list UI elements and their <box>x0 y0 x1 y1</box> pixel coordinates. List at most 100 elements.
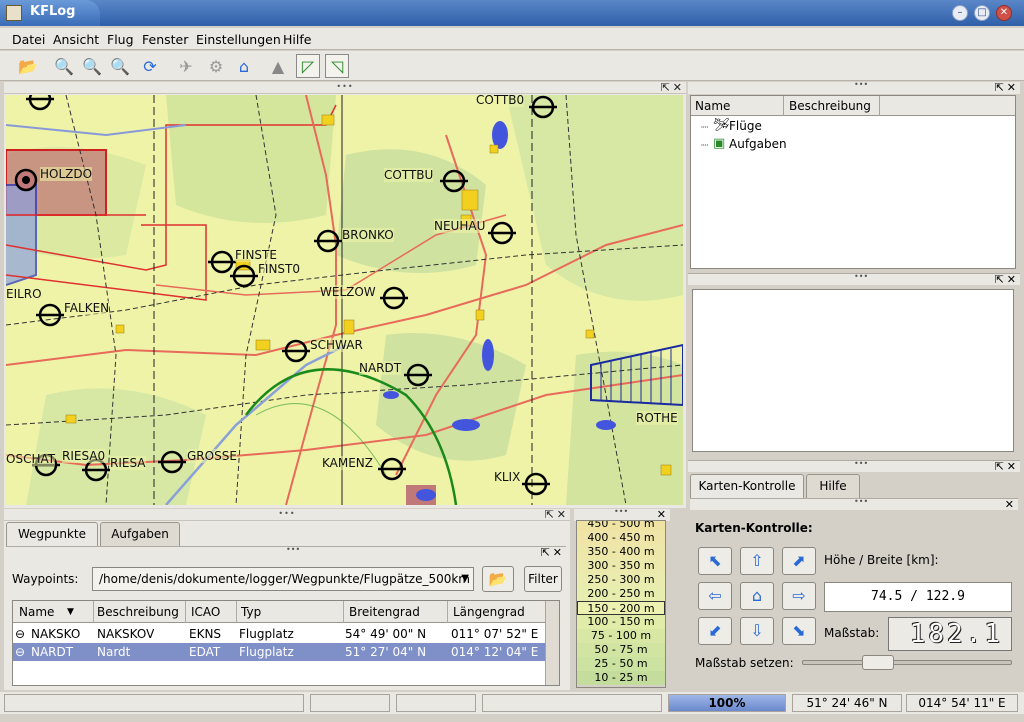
dock-close-icon[interactable]: ✕ <box>553 546 562 559</box>
kflog-app-icon <box>6 5 22 21</box>
zoom-out-icon[interactable]: 🔍 <box>108 54 132 78</box>
menu-einstellungen[interactable]: Einstellungen <box>196 32 281 47</box>
window-title: KFLog <box>30 4 76 19</box>
scale-item[interactable]: 350 - 400 m <box>577 545 665 559</box>
undock-icon[interactable]: ⇱ <box>995 460 1004 473</box>
scale-item[interactable]: 400 - 450 m <box>577 531 665 545</box>
dock-close-icon[interactable]: ✕ <box>557 508 566 521</box>
pan-south-east-button[interactable]: ⬊ <box>782 617 816 645</box>
pan-west-button[interactable]: ⇦ <box>698 582 732 610</box>
zoom-icon[interactable]: 🔍 <box>52 54 76 78</box>
map-label-riesa: RIESA <box>110 456 146 470</box>
undock-icon[interactable]: ⇱ <box>541 546 550 559</box>
table-row[interactable]: ⊖ NARDT Nardt EDAT Flugplatz 51° 27' 04"… <box>13 643 559 661</box>
tree-header: Name Beschreibung <box>691 96 1015 116</box>
zoom-in-icon[interactable]: 🔍 <box>80 54 104 78</box>
control-dock-header: ••• ⇱ ✕ <box>688 459 1020 473</box>
menu-datei[interactable]: Datei <box>12 32 45 47</box>
waypoint-file-path: /home/denis/dokumente/logger/Wegpunkte/F… <box>99 572 470 586</box>
table-header: Name ▼ Beschreibung ICAO Typ Breitengrad… <box>13 601 559 623</box>
dock-close-icon[interactable]: ✕ <box>673 81 682 94</box>
dock-close-icon[interactable]: ✕ <box>1007 273 1016 286</box>
center-task-icon[interactable]: ⚙ <box>204 54 228 78</box>
map-label-cottbu: COTTBU <box>384 168 434 182</box>
height-profile-icon[interactable]: ▲ <box>266 54 290 78</box>
open-file-button[interactable]: 📂 <box>482 566 514 592</box>
scale-item-selected[interactable]: 150 - 200 m <box>577 601 665 615</box>
tree-item-aufgaben[interactable]: Aufgaben <box>729 137 787 151</box>
scale-item[interactable]: 300 - 350 m <box>577 559 665 573</box>
map-label-grosse: GROSSE <box>187 449 237 463</box>
scale-item[interactable]: 200 - 250 m <box>577 587 665 601</box>
scale-slider[interactable] <box>802 655 1012 670</box>
undock-icon[interactable]: ⇱ <box>995 273 1004 286</box>
undock-icon[interactable]: ⇱ <box>661 81 670 94</box>
map-label-klix: KLIX <box>494 470 521 484</box>
tab-hilfe[interactable]: Hilfe <box>806 474 860 498</box>
map-label-nardt: NARDT <box>359 361 402 375</box>
tree-col-name[interactable]: Name <box>695 99 730 113</box>
info-view <box>692 289 1014 452</box>
home-icon[interactable]: ⌂ <box>232 54 256 78</box>
pan-south-west-button[interactable]: ⬋ <box>698 617 732 645</box>
toolbar: 📂 🔍 🔍 🔍 ⟳ ✈ ⚙ ⌂ ▲ ◸ ◹ <box>0 51 1024 81</box>
status-longitude: 014° 54' 11" E <box>906 694 1018 712</box>
menu-hilfe[interactable]: Hilfe <box>283 32 311 47</box>
map-label-kamenz: KAMENZ <box>322 456 373 470</box>
waypoints-table: Name ▼ Beschreibung ICAO Typ Breitengrad… <box>12 600 560 686</box>
dock-close-icon[interactable]: ✕ <box>1007 81 1016 94</box>
col-breitengrad[interactable]: Breitengrad <box>349 605 420 619</box>
col-name[interactable]: Name <box>19 605 54 619</box>
tab-aufgaben[interactable]: Aufgaben <box>100 522 180 546</box>
center-flight-icon[interactable]: ✈ <box>174 54 198 78</box>
waypoint-file-select[interactable]: /home/denis/dokumente/logger/Wegpunkte/F… <box>92 567 474 591</box>
minimize-button[interactable]: – <box>952 5 968 21</box>
scale-item[interactable]: 450 - 500 m <box>577 521 665 531</box>
scale-item[interactable]: 25 - 50 m <box>577 657 665 671</box>
scale-item[interactable]: 250 - 300 m <box>577 573 665 587</box>
tree-item-fluege[interactable]: Flüge <box>729 119 762 133</box>
menu-ansicht[interactable]: Ansicht <box>53 32 99 47</box>
scale-item[interactable]: 75 - 100 m <box>577 629 665 643</box>
scale-slider-handle[interactable] <box>861 655 894 670</box>
status-field <box>482 694 662 712</box>
scale-item[interactable]: 100 - 150 m <box>577 615 665 629</box>
menu-flug[interactable]: Flug <box>107 32 134 47</box>
map-graphics <box>6 95 683 505</box>
table-scrollbar[interactable] <box>545 601 559 685</box>
tab-karten-kontrolle[interactable]: Karten-Kontrolle <box>690 474 804 499</box>
status-field <box>310 694 390 712</box>
pan-south-button[interactable]: ⇩ <box>740 617 774 645</box>
col-typ[interactable]: Typ <box>241 605 261 619</box>
pan-north-west-button[interactable]: ⬉ <box>698 547 732 575</box>
previous-point-icon[interactable]: ◸ <box>296 54 320 78</box>
pan-north-east-button[interactable]: ⬈ <box>782 547 816 575</box>
map-view[interactable]: HOLZDO COTTB0 COTTBU NEUHAU BRONKO FINST… <box>6 95 683 505</box>
dock-close-icon[interactable]: ✕ <box>1007 460 1016 473</box>
flights-icon: 🛩 <box>713 118 730 133</box>
pan-north-button[interactable]: ⇧ <box>740 547 774 575</box>
col-icao[interactable]: ICAO <box>191 605 220 619</box>
reload-icon[interactable]: ⟳ <box>138 54 162 78</box>
undock-icon[interactable]: ⇱ <box>995 81 1004 94</box>
menu-fenster[interactable]: Fenster <box>142 32 188 47</box>
dock-close-icon[interactable]: ✕ <box>1005 498 1014 511</box>
filter-button[interactable]: Filter <box>524 566 562 592</box>
maximize-button[interactable]: □ <box>974 5 990 21</box>
tree-col-beschreibung[interactable]: Beschreibung <box>789 99 871 113</box>
close-button[interactable]: ✕ <box>996 5 1012 21</box>
home-center-button[interactable]: ⌂ <box>740 582 774 610</box>
undock-icon[interactable]: ⇱ <box>545 508 554 521</box>
elevation-scale-list[interactable]: 450 - 500 m 400 - 450 m 350 - 400 m 300 … <box>576 520 666 688</box>
map-label-neuhau: NEUHAU <box>434 219 486 233</box>
open-folder-icon[interactable]: 📂 <box>16 54 40 78</box>
airfield-icon: ⊖ <box>15 645 26 659</box>
col-laengengrad[interactable]: Längengrad <box>453 605 525 619</box>
tab-wegpunkte[interactable]: Wegpunkte <box>6 522 98 547</box>
next-point-icon[interactable]: ◹ <box>325 54 349 78</box>
col-beschreibung[interactable]: Beschreibung <box>97 605 179 619</box>
pan-east-button[interactable]: ⇨ <box>782 582 816 610</box>
scale-item[interactable]: 50 - 75 m <box>577 643 665 657</box>
table-row[interactable]: ⊖ NAKSKO NAKSKOV EKNS Flugplatz 54° 49' … <box>13 625 559 643</box>
scale-item[interactable]: 10 - 25 m <box>577 671 665 685</box>
